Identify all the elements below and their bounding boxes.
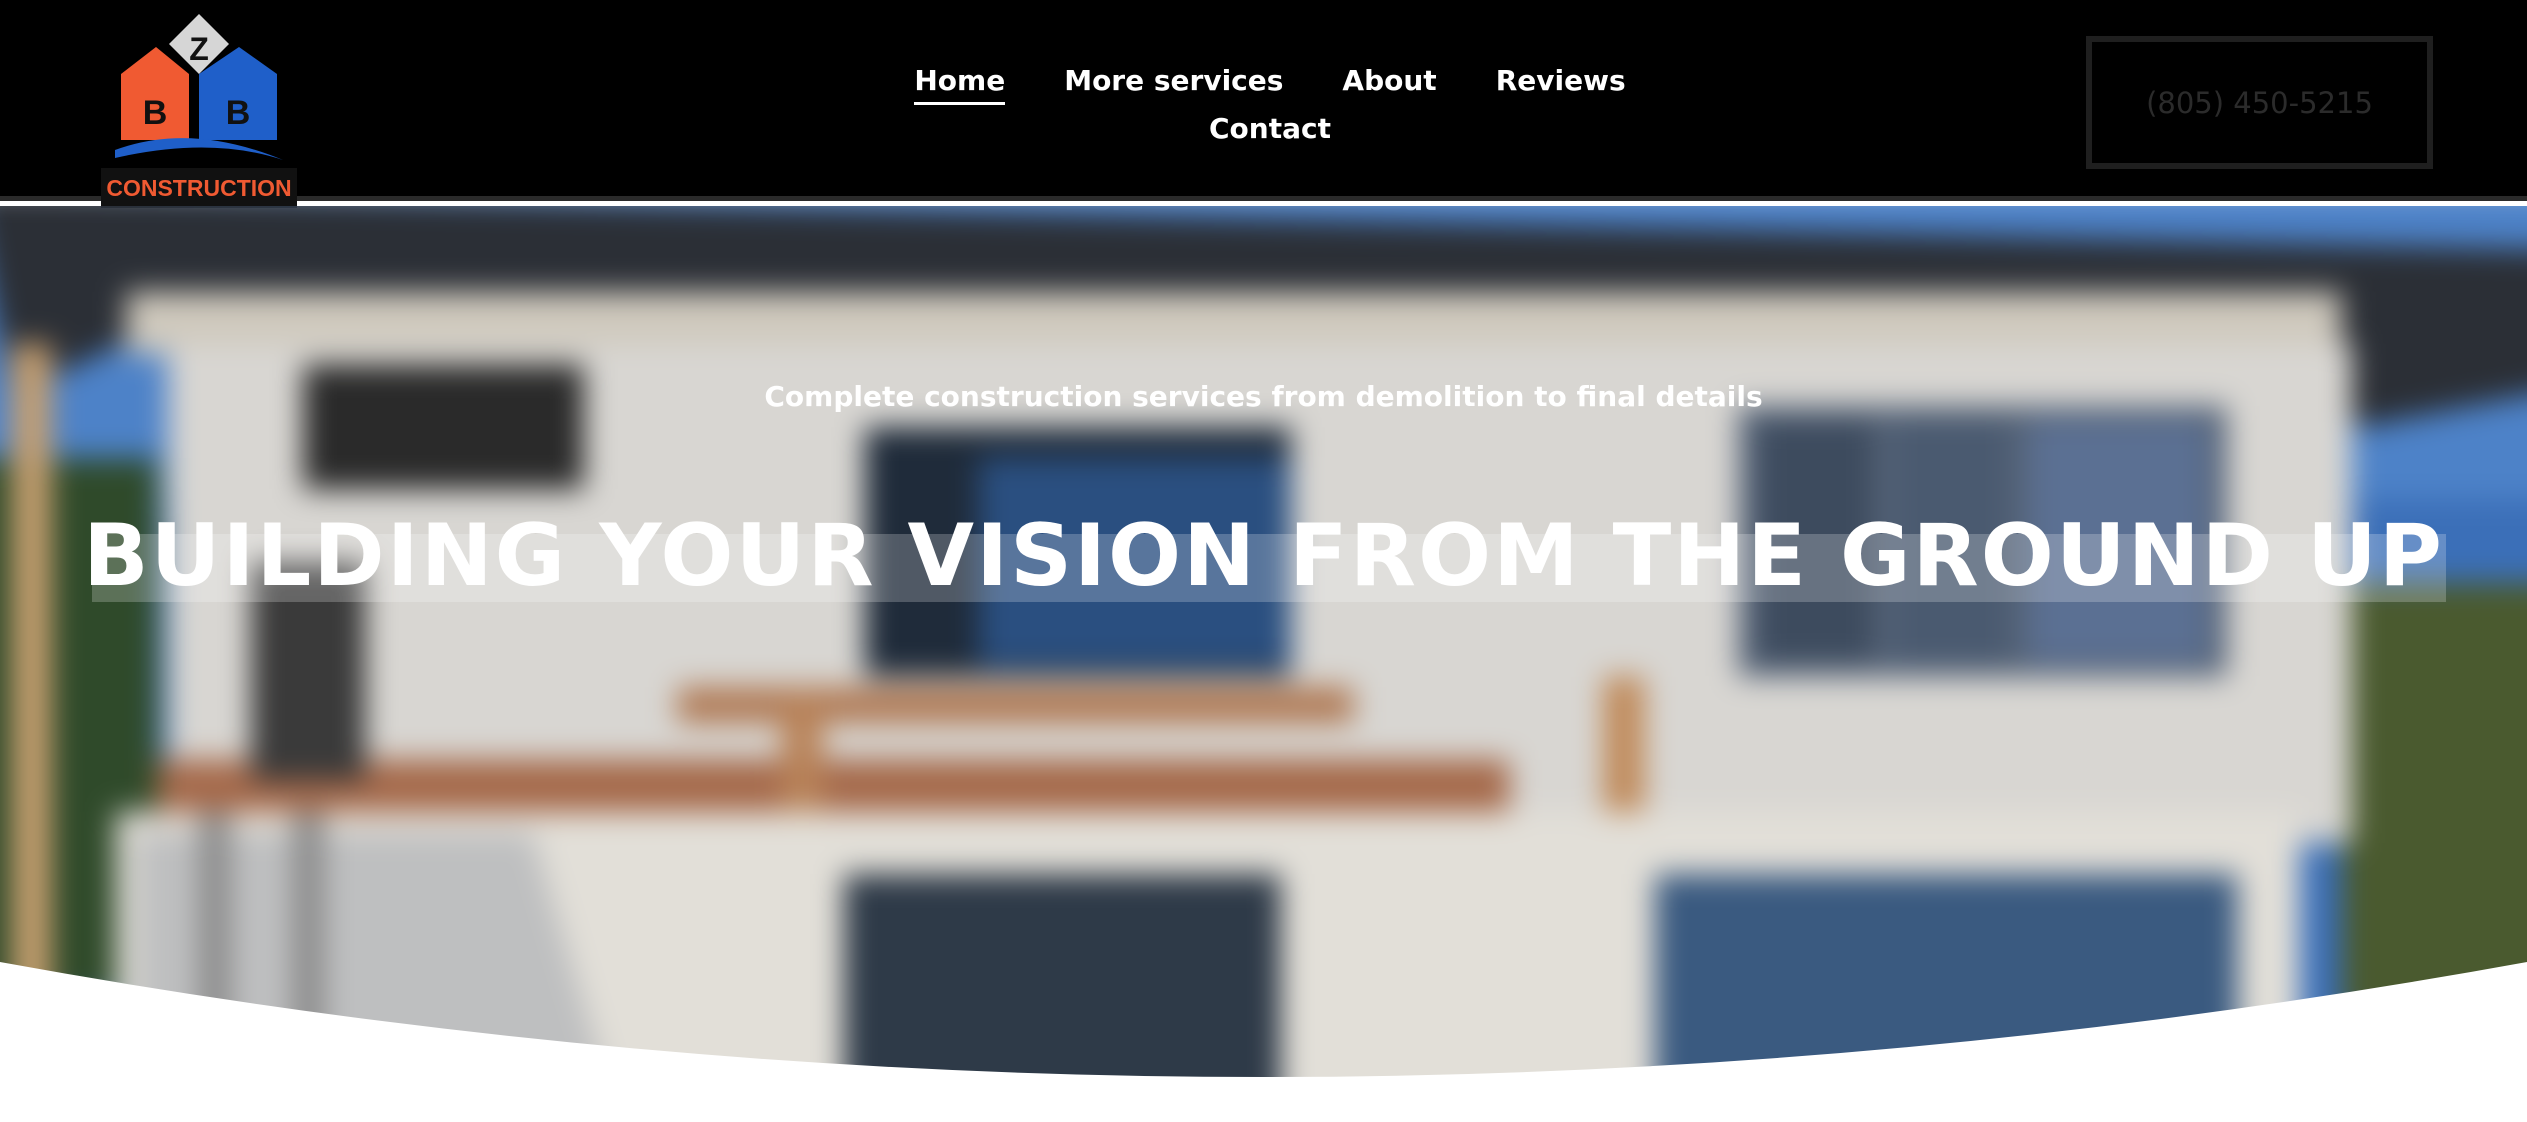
main-nav: Home More services About Reviews Contact [914, 58, 1626, 154]
logo-wordmark: CONSTRUCTION [101, 168, 297, 208]
nav-row-2: Contact [940, 106, 1600, 154]
nav-item-home[interactable]: Home [914, 64, 1005, 105]
hero-bottom-curve [0, 962, 2527, 1122]
phone-button[interactable]: (805) 450-5215 [2086, 36, 2433, 169]
logo-letter-z: Z [189, 31, 209, 67]
nav-item-more-services[interactable]: More services [1064, 64, 1283, 101]
company-logo[interactable]: Z B B CONSTRUCTION [101, 12, 297, 208]
hero-subtitle: Complete construction services from demo… [764, 380, 1763, 413]
nav-item-contact[interactable]: Contact [1209, 112, 1331, 149]
hero-title: BUILDING YOUR VISION FROM THE GROUND UP [83, 506, 2444, 606]
logo-letter-b1: B [143, 94, 168, 132]
site-header: Z B B CONSTRUCTION Home More services Ab… [0, 0, 2527, 208]
hero-section: Complete construction services from demo… [0, 206, 2527, 1122]
nav-item-about[interactable]: About [1342, 64, 1436, 101]
logo-house-icon: Z B B [115, 14, 283, 160]
nav-row-1: Home More services About Reviews [914, 58, 1626, 106]
logo-letter-b2: B [226, 94, 251, 132]
nav-item-reviews[interactable]: Reviews [1496, 64, 1626, 101]
